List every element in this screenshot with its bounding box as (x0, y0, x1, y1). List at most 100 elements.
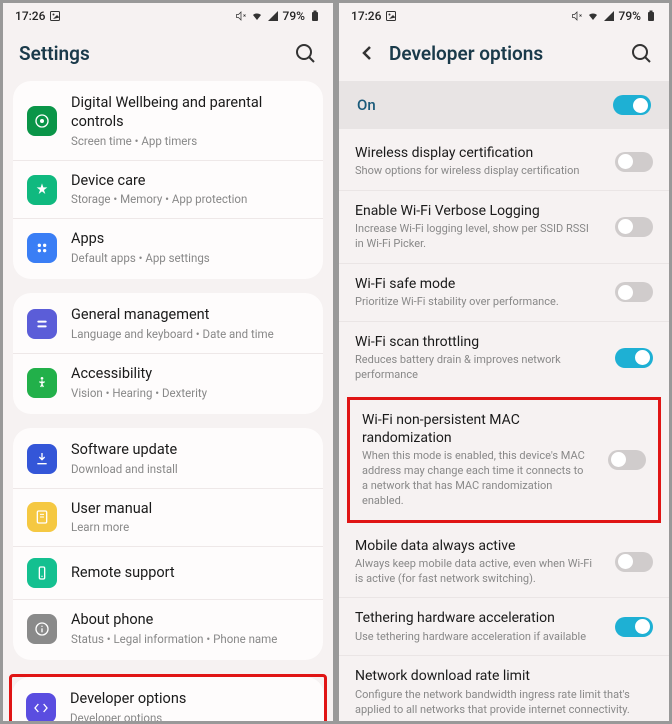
settings-card: Software update Download and install Use… (13, 428, 323, 660)
row-title: Enable Wi-Fi Verbose Logging (355, 202, 597, 220)
row-title: User manual (71, 500, 309, 519)
row-title: Mobile data always active (355, 537, 597, 555)
row-sub: Prioritize Wi-Fi stability over performa… (355, 295, 597, 310)
dev-option-row[interactable]: Wi-Fi safe mode Prioritize Wi-Fi stabili… (339, 263, 669, 321)
row-sub: Always keep mobile data active, even whe… (355, 557, 597, 587)
dev-option-row[interactable]: Tethering hardware acceleration Use teth… (339, 597, 669, 655)
row-sub: Screen time • App timers (71, 134, 309, 149)
dev-option-row[interactable]: Wi-Fi scan throttling Reduces battery dr… (339, 321, 669, 394)
dev-option-row[interactable]: Mobile data always active Always keep mo… (339, 526, 669, 598)
settings-item[interactable]: Device care Storage • Memory • App prote… (13, 160, 323, 219)
settings-header: Settings (3, 29, 333, 81)
row-sub: Download and install (71, 462, 309, 477)
row-title: Device care (71, 172, 309, 191)
settings-item[interactable]: Software update Download and install (13, 430, 323, 488)
page-title: Developer options (389, 42, 629, 65)
row-text: Developer options Developer options (70, 690, 310, 721)
row-title: General management (71, 306, 309, 325)
row-sub: Learn more (71, 520, 309, 535)
mute-icon (571, 10, 583, 22)
row-text: Wireless display certification Show opti… (355, 144, 603, 179)
apps-icon (27, 233, 57, 263)
mute-icon (235, 10, 247, 22)
battery-icon (309, 10, 321, 22)
row-title: Remote support (71, 564, 309, 583)
settings-item[interactable]: Developer options Developer options (12, 679, 324, 721)
toggle[interactable] (615, 552, 653, 572)
settings-item[interactable]: General management Language and keyboard… (13, 295, 323, 353)
manual-icon (27, 502, 57, 532)
row-text: Device care Storage • Memory • App prote… (71, 172, 309, 208)
search-button[interactable] (629, 41, 653, 65)
row-sub: Status • Legal information • Phone name (71, 632, 309, 647)
settings-item[interactable]: Accessibility Vision • Hearing • Dexteri… (13, 353, 323, 412)
care-icon (27, 175, 57, 205)
dev-option-row[interactable]: Enable Wi-Fi Verbose Logging Increase Wi… (339, 190, 669, 263)
accessibility-icon (27, 368, 57, 398)
row-sub: Developer options (70, 711, 310, 721)
signal-icon (267, 10, 279, 22)
toggle[interactable] (615, 152, 653, 172)
on-label: On (357, 96, 376, 114)
settings-item[interactable]: User manual Learn more (13, 488, 323, 547)
row-text: Wi-Fi scan throttling Reduces battery dr… (355, 333, 603, 383)
row-text: About phone Status • Legal information •… (71, 611, 309, 647)
row-text: Wi-Fi safe mode Prioritize Wi-Fi stabili… (355, 275, 603, 310)
search-button[interactable] (293, 41, 317, 65)
status-time: 17:26 (15, 9, 45, 23)
settings-card: General management Language and keyboard… (13, 293, 323, 414)
image-icon (385, 10, 397, 22)
row-title: Wi-Fi safe mode (355, 275, 597, 293)
settings-item[interactable]: Digital Wellbeing and parental controls … (13, 83, 323, 160)
battery-icon (645, 10, 657, 22)
master-toggle-row[interactable]: On (339, 81, 669, 129)
row-text: Network download rate limit Configure th… (355, 667, 653, 717)
row-sub: Storage • Memory • App protection (71, 192, 309, 207)
row-title: About phone (71, 611, 309, 630)
row-text: Apps Default apps • App settings (71, 230, 309, 266)
settings-item[interactable]: Apps Default apps • App settings (13, 218, 323, 277)
row-text: Mobile data always active Always keep mo… (355, 537, 603, 587)
row-text: Wi-Fi non-persistent MAC randomization W… (362, 411, 596, 509)
image-icon (49, 10, 61, 22)
row-text: Enable Wi-Fi Verbose Logging Increase Wi… (355, 202, 603, 252)
row-text: User manual Learn more (71, 500, 309, 536)
row-text: Accessibility Vision • Hearing • Dexteri… (71, 365, 309, 401)
dev-option-row[interactable]: Wireless display certification Show opti… (339, 133, 669, 190)
row-title: Apps (71, 230, 309, 249)
status-battery: 79% (283, 9, 305, 23)
dev-content: Wireless display certification Show opti… (339, 133, 669, 721)
dev-option-row[interactable]: Network download rate limit Configure th… (339, 655, 669, 721)
toggle[interactable] (615, 348, 653, 368)
row-text: Remote support (71, 564, 309, 583)
toggle[interactable] (615, 282, 653, 302)
toggle[interactable] (608, 450, 646, 470)
wellbeing-icon (27, 106, 57, 136)
remote-icon (27, 558, 57, 588)
master-toggle[interactable] (613, 95, 651, 115)
row-title: Wi-Fi non-persistent MAC randomization (362, 411, 590, 447)
highlight-developer-options: Developer options Developer options (9, 674, 327, 721)
row-title: Network download rate limit (355, 667, 647, 685)
row-sub: Default apps • App settings (71, 251, 309, 266)
row-sub: When this mode is enabled, this device's… (362, 449, 590, 508)
row-sub: Vision • Hearing • Dexterity (71, 386, 309, 401)
status-time: 17:26 (351, 9, 381, 23)
status-bar: 17:26 79% (339, 3, 669, 29)
row-title: Developer options (70, 690, 310, 709)
row-sub: Use tethering hardware acceleration if a… (355, 630, 597, 645)
update-icon (27, 444, 57, 474)
settings-screen: 17:26 79% Settings Digital Wellbeing and… (0, 0, 336, 724)
settings-item[interactable]: About phone Status • Legal information •… (13, 599, 323, 658)
row-sub: Reduces battery drain & improves network… (355, 353, 597, 383)
toggle[interactable] (615, 217, 653, 237)
settings-content: Digital Wellbeing and parental controls … (3, 81, 333, 721)
row-title: Tethering hardware acceleration (355, 609, 597, 627)
settings-item[interactable]: Remote support (13, 546, 323, 599)
back-button[interactable] (355, 41, 379, 65)
row-text: General management Language and keyboard… (71, 306, 309, 342)
status-battery: 79% (619, 9, 641, 23)
status-bar: 17:26 79% (3, 3, 333, 29)
toggle[interactable] (615, 617, 653, 637)
dev-option-row[interactable]: Wi-Fi non-persistent MAC randomization W… (352, 402, 656, 518)
